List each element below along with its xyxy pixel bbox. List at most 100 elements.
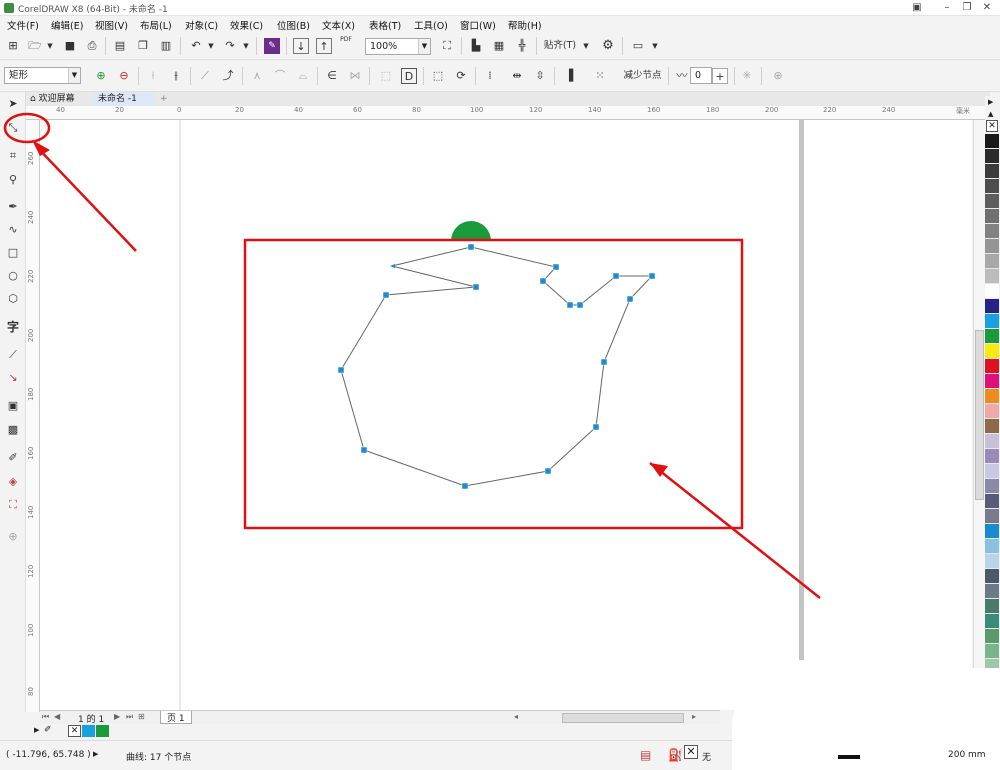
color-swatch[interactable] (985, 449, 999, 464)
menu-bitmap[interactable]: 位图(B) (277, 18, 310, 32)
no-color-swatch-icon[interactable]: ✕ (986, 120, 998, 132)
prev-page-icon[interactable]: ◀ (54, 712, 60, 721)
search-content-icon[interactable]: ✎ (264, 38, 280, 54)
options-gear-icon[interactable]: ⚙ (600, 38, 616, 54)
color-swatch[interactable] (985, 479, 999, 494)
cusp-node-icon[interactable]: ⋏ (249, 68, 265, 84)
ellipse-tool-icon[interactable]: ○ (5, 268, 21, 284)
smoothness-input[interactable]: 0 (690, 67, 712, 84)
color-swatch[interactable] (985, 314, 999, 329)
curve-node[interactable] (592, 423, 600, 431)
drawing-canvas[interactable] (33, 120, 972, 710)
reflect-vertical-icon[interactable]: ⇳ (532, 68, 548, 84)
outline-swatch[interactable] (838, 755, 860, 759)
fill-none-swatch-icon[interactable]: ✕ (684, 745, 698, 759)
color-swatch[interactable] (985, 254, 999, 269)
open-icon[interactable]: 🗁 (27, 38, 43, 54)
curve-node[interactable] (600, 358, 608, 366)
rotate-nodes-icon[interactable]: ⟳ (453, 68, 469, 84)
curve-node[interactable] (467, 243, 475, 251)
color-proof-icon[interactable]: ▤ (640, 748, 651, 762)
menu-file[interactable]: 文件(F) (7, 18, 39, 32)
menu-table[interactable]: 表格(T) (369, 18, 401, 32)
full-screen-icon[interactable]: ⛶ (439, 38, 455, 54)
elastic-mode-icon[interactable]: ▐ (561, 68, 577, 84)
text-tool-icon[interactable]: 字 (5, 319, 21, 335)
first-page-icon[interactable]: ⏮ (42, 712, 49, 722)
curve-node[interactable] (576, 301, 584, 309)
color-swatch[interactable] (985, 614, 999, 629)
break-curve-icon[interactable]: ⫲ (168, 68, 184, 84)
curve-node[interactable] (544, 467, 552, 475)
curve-node[interactable] (626, 295, 634, 303)
color-swatch[interactable] (985, 284, 999, 299)
redo-dropdown-icon[interactable]: ▼ (238, 38, 254, 54)
select-nodes-shape-icon[interactable]: ✳ (739, 68, 755, 84)
scroll-left-icon[interactable]: ◂ (514, 712, 518, 721)
freehand-tool-icon[interactable]: ✒ (5, 199, 21, 215)
join-nodes-icon[interactable]: ⟊ (145, 68, 161, 84)
color-swatch[interactable] (985, 179, 999, 194)
launcher-dropdown-icon[interactable]: ▼ (647, 38, 663, 54)
transparency-icon[interactable]: ▩ (5, 422, 21, 438)
close-button[interactable]: ✕ (978, 1, 996, 14)
object-type-combo[interactable]: 矩形 ▼ (4, 67, 81, 84)
align-nodes-icon[interactable]: ⁞ (482, 68, 498, 84)
curve-node[interactable] (360, 446, 368, 454)
parallel-dimension-icon[interactable]: ⟋ (5, 347, 21, 363)
color-swatch[interactable] (985, 239, 999, 254)
eyedropper-icon[interactable]: ✐ (5, 450, 21, 466)
import-icon[interactable]: ↓ (293, 38, 309, 54)
grid-icon[interactable]: ▦ (491, 38, 507, 54)
start-node-marker[interactable] (390, 264, 395, 268)
color-swatch[interactable] (985, 389, 999, 404)
close-curve-icon[interactable]: D (401, 68, 417, 84)
palette-arrow-icon[interactable]: ▶ (988, 98, 993, 106)
artistic-media-icon[interactable]: ∿ (5, 222, 21, 238)
color-swatch[interactable] (985, 524, 999, 539)
vertical-scrollbar[interactable] (973, 120, 985, 710)
scroll-right-icon[interactable]: ▸ (692, 712, 696, 721)
smooth-node-icon[interactable]: ⌒ (272, 68, 288, 84)
color-swatch[interactable] (985, 554, 999, 569)
add-tab-icon[interactable]: + (156, 92, 170, 106)
smart-fill-icon[interactable]: ⛶ (5, 497, 21, 513)
add-page-icon[interactable]: ⊞ (138, 712, 145, 721)
color-swatch[interactable] (985, 539, 999, 554)
extend-curve-icon[interactable]: ⋈ (347, 68, 363, 84)
color-swatch[interactable] (985, 464, 999, 479)
color-swatch[interactable] (985, 269, 999, 284)
snap-dropdown-icon[interactable]: ▼ (578, 38, 594, 54)
cut-icon[interactable]: ▤ (112, 38, 128, 54)
snap-to-button[interactable]: 贴齐(T) (543, 38, 577, 54)
maximize-button[interactable]: ❐ (958, 1, 976, 14)
color-swatch[interactable] (985, 359, 999, 374)
delete-node-icon[interactable]: ⊖ (116, 68, 132, 84)
zoom-level-combo[interactable]: 100% ▼ (365, 38, 431, 55)
color-swatch[interactable] (985, 404, 999, 419)
doc-color-swatch[interactable] (96, 725, 109, 737)
eyedropper-icon[interactable]: ✐ (44, 725, 52, 735)
next-page-icon[interactable]: ▶ (114, 712, 120, 721)
color-swatch[interactable] (985, 299, 999, 314)
color-swatch[interactable] (985, 629, 999, 644)
curve-node[interactable] (472, 283, 480, 291)
add-node-icon[interactable]: ⊕ (93, 68, 109, 84)
curve-node[interactable] (337, 366, 345, 374)
horizontal-ruler[interactable]: 40 20 0 20 40 60 80 100 120 140 160 180 … (26, 106, 990, 120)
to-curve-icon[interactable]: ⤴ (220, 68, 236, 84)
reflect-horizontal-icon[interactable]: ⇹ (509, 68, 525, 84)
application-launcher-icon[interactable]: ▭ (630, 38, 646, 54)
account-icon[interactable]: ▣ (908, 1, 926, 14)
color-swatch[interactable] (985, 644, 999, 659)
undo-icon[interactable]: ↶ (188, 38, 204, 54)
open-dropdown-icon[interactable]: ▼ (42, 38, 58, 54)
color-swatch[interactable] (985, 584, 999, 599)
curve-node[interactable] (566, 301, 574, 309)
menu-tools[interactable]: 工具(O) (414, 18, 448, 32)
doc-palette-arrow-icon[interactable]: ▶ (34, 726, 39, 734)
color-swatch[interactable] (985, 509, 999, 524)
extract-subpath-icon[interactable]: ⬚ (378, 68, 394, 84)
add-tool-icon[interactable]: ⊕ (5, 529, 21, 545)
stretch-nodes-icon[interactable]: ⬚ (430, 68, 446, 84)
